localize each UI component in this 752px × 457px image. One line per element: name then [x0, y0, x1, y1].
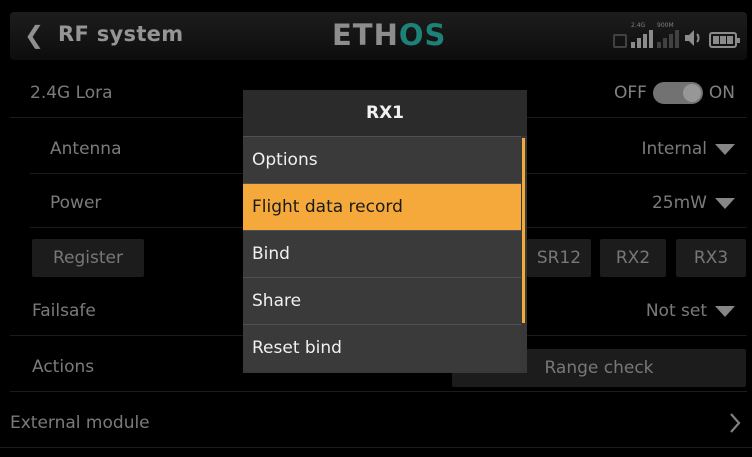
menu-item-bind[interactable]: Bind: [243, 230, 521, 277]
dialog-title: RX1: [243, 90, 527, 136]
menu-item-reset-bind[interactable]: Reset bind: [243, 324, 521, 371]
menu-item-options[interactable]: Options: [243, 136, 521, 183]
menu-item-share[interactable]: Share: [243, 277, 521, 324]
rx1-dialog: RX1 Options Flight data record Bind Shar…: [243, 90, 527, 373]
dialog-menu: Options Flight data record Bind Share Re…: [243, 136, 521, 371]
dialog-scrollbar[interactable]: [522, 138, 525, 323]
menu-item-flight-data-record[interactable]: Flight data record: [243, 183, 521, 230]
